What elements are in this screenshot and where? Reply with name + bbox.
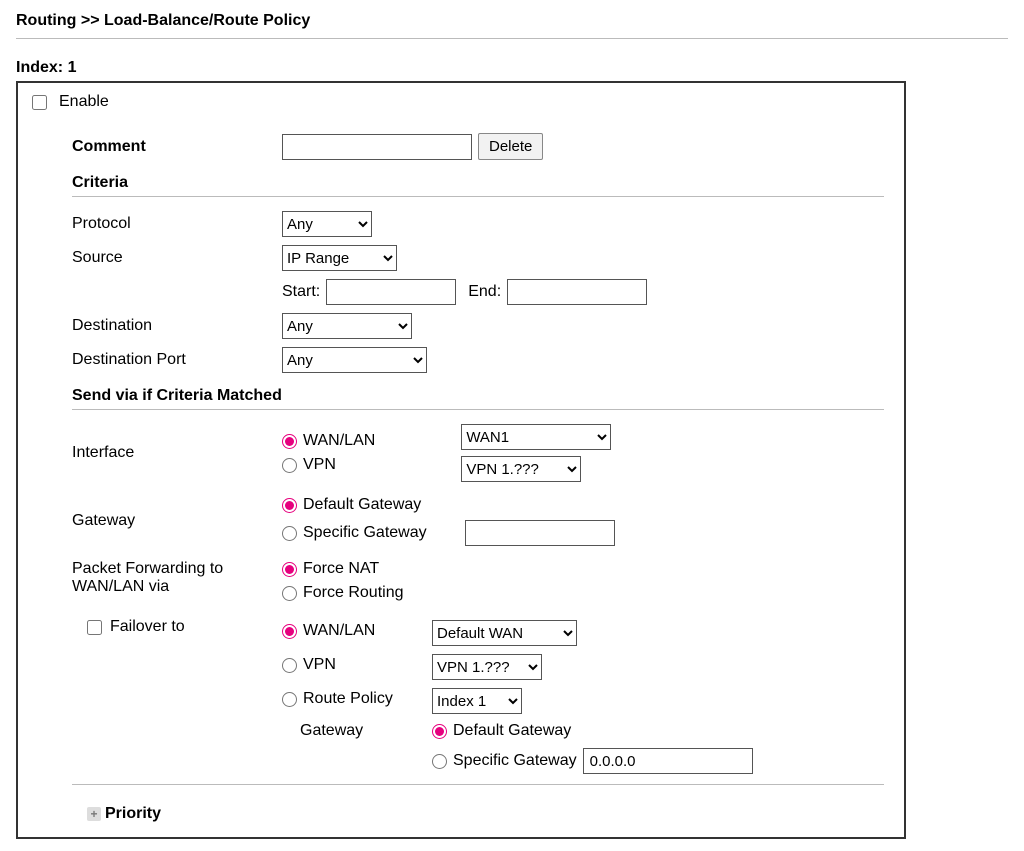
force-routing-label: Force Routing [303, 584, 404, 602]
enable-label: Enable [59, 93, 109, 111]
failover-checkbox-wrap[interactable]: Failover to [87, 618, 185, 636]
failover-specific-gw-radio-wrap[interactable]: Specific Gateway [432, 752, 577, 770]
gateway-default-radio-wrap[interactable]: Default Gateway [282, 496, 615, 514]
failover-vpn-radio[interactable] [282, 658, 297, 673]
failover-specific-gw-input[interactable] [583, 748, 753, 774]
priority-toggle[interactable]: + Priority [32, 805, 884, 823]
interface-vpn-radio-wrap[interactable]: VPN [282, 456, 336, 474]
failover-label: Failover to [110, 618, 185, 636]
protocol-select[interactable]: Any [282, 211, 372, 237]
failover-checkbox[interactable] [87, 620, 102, 635]
divider [72, 196, 884, 197]
destination-label: Destination [32, 317, 282, 335]
failover-wanlan-radio[interactable] [282, 624, 297, 639]
gateway-default-radio[interactable] [282, 498, 297, 513]
dest-port-label: Destination Port [32, 351, 282, 369]
interface-wanlan-radio[interactable] [282, 434, 297, 449]
failover-default-gw-radio-wrap[interactable]: Default Gateway [432, 722, 571, 740]
plus-icon: + [87, 807, 101, 821]
gateway-label: Gateway [32, 512, 282, 530]
divider [72, 409, 884, 410]
failover-default-gw-label: Default Gateway [453, 722, 571, 740]
force-routing-radio-wrap[interactable]: Force Routing [282, 584, 404, 602]
failover-wanlan-select[interactable]: Default WAN [432, 620, 577, 646]
failover-specific-gw-radio[interactable] [432, 754, 447, 769]
failover-vpn-label: VPN [303, 656, 336, 674]
failover-default-gw-radio[interactable] [432, 724, 447, 739]
failover-route-policy-radio-wrap[interactable]: Route Policy [282, 690, 393, 708]
divider [72, 784, 884, 785]
interface-label: Interface [32, 444, 282, 462]
source-end-input[interactable] [507, 279, 647, 305]
force-nat-radio-wrap[interactable]: Force NAT [282, 560, 404, 578]
enable-checkbox[interactable] [32, 95, 47, 110]
gateway-default-label: Default Gateway [303, 496, 421, 514]
gateway-specific-radio-wrap[interactable]: Specific Gateway [282, 524, 427, 542]
failover-vpn-select[interactable]: VPN 1.??? [432, 654, 542, 680]
interface-vpn-radio[interactable] [282, 458, 297, 473]
pkt-fwd-label: Packet Forwarding to WAN/LAN via [32, 560, 282, 596]
source-end-label: End: [468, 283, 501, 301]
breadcrumb: Routing >> Load-Balance/Route Policy [16, 12, 1008, 39]
destination-select[interactable]: Any [282, 313, 412, 339]
failover-gateway-label: Gateway [282, 722, 432, 740]
interface-wanlan-select[interactable]: WAN1 [461, 424, 611, 450]
failover-wanlan-label: WAN/LAN [303, 622, 375, 640]
dest-port-select[interactable]: Any [282, 347, 427, 373]
delete-button[interactable]: Delete [478, 133, 543, 160]
interface-vpn-select[interactable]: VPN 1.??? [461, 456, 581, 482]
index-label: Index: 1 [16, 59, 1008, 77]
comment-input[interactable] [282, 134, 472, 160]
interface-wanlan-radio-wrap[interactable]: WAN/LAN [282, 432, 375, 450]
failover-route-policy-label: Route Policy [303, 690, 393, 708]
interface-vpn-label: VPN [303, 456, 336, 474]
source-label: Source [32, 249, 282, 267]
gateway-specific-input[interactable] [465, 520, 615, 546]
failover-route-policy-select[interactable]: Index 1 [432, 688, 522, 714]
failover-vpn-radio-wrap[interactable]: VPN [282, 656, 336, 674]
source-start-input[interactable] [326, 279, 456, 305]
source-start-label: Start: [282, 283, 320, 301]
force-nat-label: Force NAT [303, 560, 379, 578]
criteria-heading: Criteria [32, 174, 884, 192]
force-routing-radio[interactable] [282, 586, 297, 601]
send-heading: Send via if Criteria Matched [32, 387, 884, 405]
priority-label: Priority [105, 805, 161, 823]
failover-wanlan-radio-wrap[interactable]: WAN/LAN [282, 622, 375, 640]
gateway-specific-label: Specific Gateway [303, 524, 427, 542]
protocol-label: Protocol [32, 215, 282, 233]
failover-route-policy-radio[interactable] [282, 692, 297, 707]
comment-label: Comment [32, 138, 282, 156]
gateway-specific-radio[interactable] [282, 526, 297, 541]
source-select[interactable]: IP Range [282, 245, 397, 271]
policy-panel: Enable Comment Delete Criteria Protocol … [16, 81, 906, 839]
failover-specific-gw-label: Specific Gateway [453, 752, 577, 770]
interface-wanlan-label: WAN/LAN [303, 432, 375, 450]
force-nat-radio[interactable] [282, 562, 297, 577]
